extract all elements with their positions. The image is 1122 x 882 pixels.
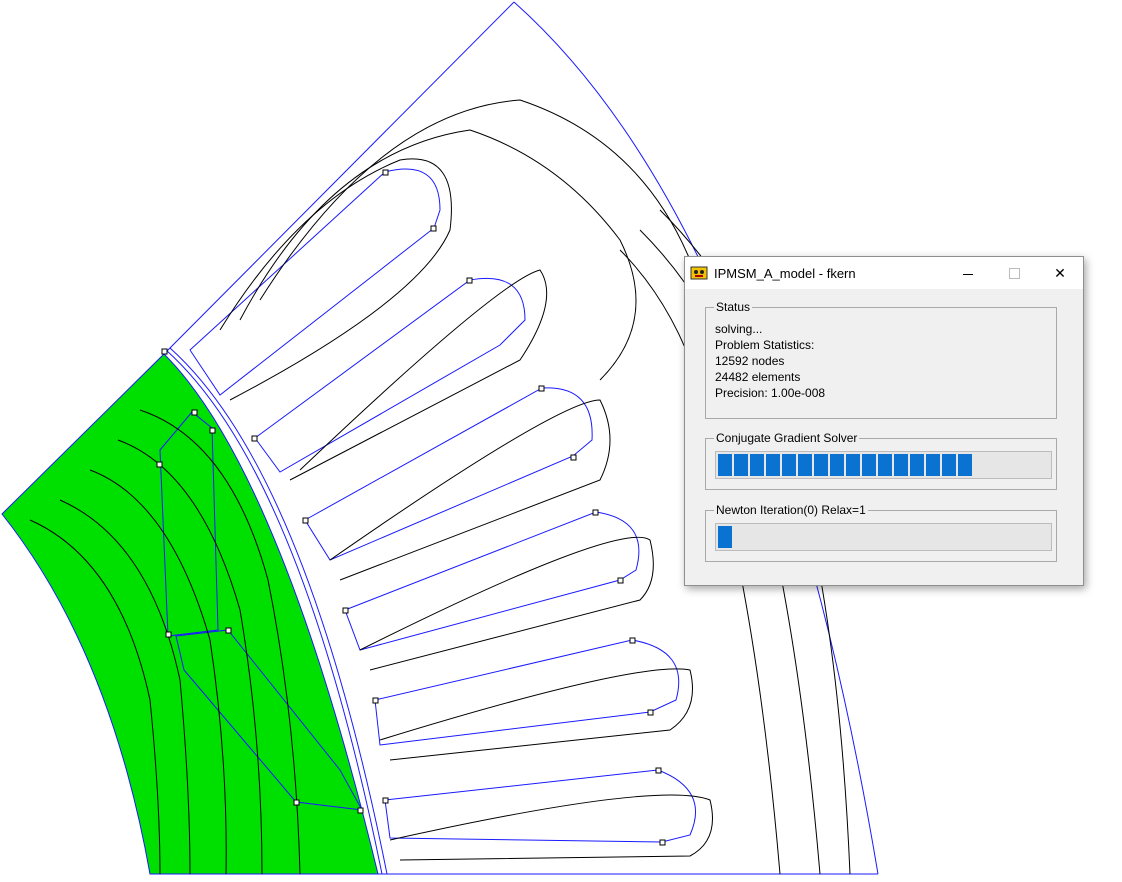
cg-progress-bar <box>715 451 1052 479</box>
progress-block <box>846 454 860 476</box>
node-square-icon <box>629 637 636 644</box>
progress-block <box>958 454 972 476</box>
progress-block <box>910 454 924 476</box>
cg-solver-label: Conjugate Gradient Solver <box>714 431 860 445</box>
stator-top-boundary <box>163 1 515 355</box>
progress-block <box>942 454 956 476</box>
newton-progress-fill <box>718 526 732 548</box>
progress-block <box>878 454 892 476</box>
slot-2 <box>254 277 526 473</box>
node-square-icon <box>382 797 389 804</box>
femm-app-icon <box>690 265 708 281</box>
progress-block <box>814 454 828 476</box>
node-square-icon <box>466 277 473 284</box>
progress-block <box>926 454 940 476</box>
node-square-icon <box>430 225 437 232</box>
node-square-icon <box>191 409 198 416</box>
newton-label: Newton Iteration(0) Relax=1 <box>714 503 868 517</box>
stats-heading: Problem Statistics: <box>715 338 815 352</box>
node-square-icon <box>538 385 545 392</box>
window-title: IPMSM_A_model - fkern <box>714 265 856 281</box>
node-square-icon <box>647 709 654 716</box>
progress-block <box>750 454 764 476</box>
rotor-region <box>1 353 379 875</box>
cg-progress-fill <box>718 454 972 476</box>
node-square-icon <box>161 348 168 355</box>
minimize-icon <box>963 273 973 275</box>
slot-4 <box>344 511 640 651</box>
node-square-icon <box>251 435 258 442</box>
solver-progress-dialog: IPMSM_A_model - fkern ✕ Status solving..… <box>684 256 1084 586</box>
status-group-label: Status <box>714 300 753 314</box>
title-bar[interactable]: IPMSM_A_model - fkern ✕ <box>685 257 1083 289</box>
node-square-icon <box>302 517 309 524</box>
status-group: Status solving... Problem Statistics: 12… <box>705 300 1057 419</box>
status-text: solving... Problem Statistics: 12592 nod… <box>715 321 825 401</box>
element-count: 24482 elements <box>715 370 801 384</box>
close-icon: ✕ <box>1054 264 1066 281</box>
node-square-icon <box>570 454 577 461</box>
progress-block <box>734 454 748 476</box>
maximize-button[interactable] <box>991 257 1037 289</box>
progress-block <box>766 454 780 476</box>
node-square-icon <box>617 577 624 584</box>
close-button[interactable]: ✕ <box>1037 257 1083 289</box>
progress-block <box>894 454 908 476</box>
node-square-icon <box>382 169 389 176</box>
node-square-icon <box>592 509 599 516</box>
node-square-icon <box>156 461 163 468</box>
progress-block <box>862 454 876 476</box>
progress-block <box>718 454 732 476</box>
node-square-icon <box>293 799 300 806</box>
progress-block <box>830 454 844 476</box>
newton-progress-bar <box>715 523 1052 551</box>
node-square-icon <box>659 839 666 846</box>
node-square-icon <box>357 807 364 814</box>
slot-1 <box>189 168 441 396</box>
newton-group: Newton Iteration(0) Relax=1 <box>705 503 1057 562</box>
node-square-icon <box>225 627 232 634</box>
progress-block <box>718 526 732 548</box>
node-square-icon <box>655 767 662 774</box>
minimize-button[interactable] <box>945 257 991 289</box>
slot-3 <box>304 387 593 561</box>
progress-block <box>798 454 812 476</box>
node-square-icon <box>372 697 379 704</box>
solver-state: solving... <box>715 322 763 336</box>
slot-5 <box>374 639 680 746</box>
node-count: 12592 nodes <box>715 354 785 368</box>
node-square-icon <box>165 631 172 638</box>
progress-block <box>782 454 796 476</box>
cg-solver-group: Conjugate Gradient Solver <box>705 431 1057 490</box>
node-square-icon <box>342 607 349 614</box>
node-square-icon <box>209 427 216 434</box>
precision-value: Precision: 1.00e-008 <box>715 386 826 400</box>
maximize-icon <box>1008 267 1020 279</box>
